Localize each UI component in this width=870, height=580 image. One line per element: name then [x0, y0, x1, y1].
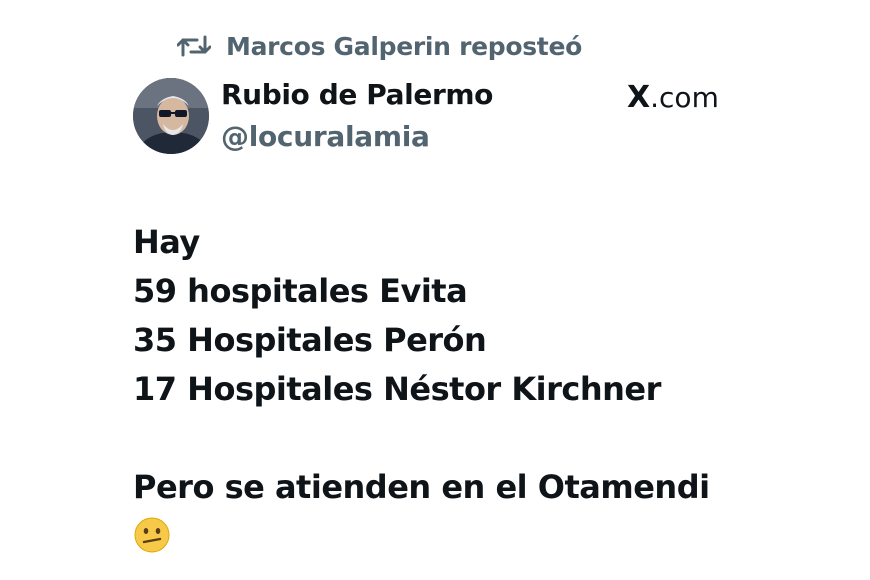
author-handle[interactable]: @locuralamia: [221, 120, 430, 153]
avatar[interactable]: [133, 78, 209, 154]
tweet-emoji-line: [133, 512, 853, 561]
repost-icon: [176, 31, 212, 61]
tweet-line: Hay: [133, 223, 200, 261]
tweet-line: 17 Hospitales Néstor Kirchner: [133, 370, 661, 408]
confused-face-emoji-icon: [133, 516, 171, 554]
repost-indicator[interactable]: Marcos Galperin reposteó: [176, 28, 582, 64]
tweet-line: 59 hospitales Evita: [133, 272, 468, 310]
author-name[interactable]: Rubio de Palermo: [221, 78, 493, 111]
source-domain: .com: [650, 81, 719, 114]
tweet-line: Pero se atienden en el Otamendi: [133, 468, 710, 506]
x-logo-icon: X: [627, 80, 651, 115]
tweet-header: Rubio de Palermo @locuralamia X .com: [133, 78, 733, 158]
source-label: X .com: [627, 80, 719, 115]
repost-text[interactable]: Marcos Galperin reposteó: [226, 32, 582, 61]
tweet-line: 35 Hospitales Perón: [133, 321, 487, 359]
tweet-text: Hay 59 hospitales Evita 35 Hospitales Pe…: [133, 218, 853, 561]
